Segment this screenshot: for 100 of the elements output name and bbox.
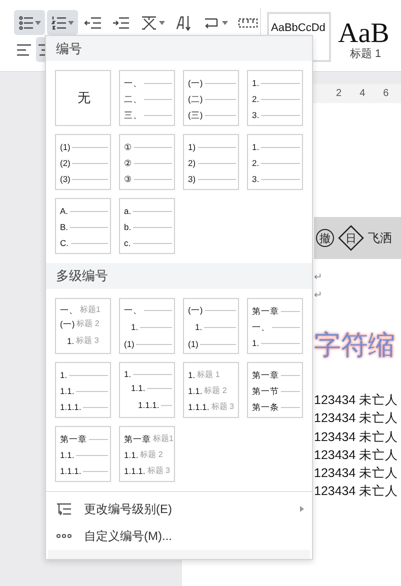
numbering-option[interactable]: 第一章 第一节 第一条 — [247, 362, 303, 418]
heading-caption: 标题 2 — [204, 384, 227, 397]
number-label: 1.1.1. — [188, 400, 210, 413]
heading-caption: 标题1 — [153, 432, 174, 445]
paragraph-mark: ↵ — [314, 289, 324, 303]
style-sample: AaBbCcDd — [271, 21, 326, 36]
section-header: 编号 — [46, 36, 312, 62]
document-line: 123434 未亡人 — [314, 392, 400, 409]
document-line: 123434 未亡人 — [314, 465, 400, 482]
number-label: 第一章 — [252, 304, 279, 317]
menu-item[interactable]: 自定义编号(M)... — [46, 522, 312, 550]
number-label: 一、 — [60, 304, 78, 316]
number-label: 二、 — [124, 93, 142, 106]
number-label: (1) — [188, 338, 198, 350]
number-label: 第一条 — [252, 400, 279, 413]
numbering-option[interactable]: 一、 二、 三、 — [119, 70, 175, 126]
heading-caption: 标题 3 — [147, 464, 170, 477]
number-label: (1) — [124, 338, 134, 350]
numbering-option[interactable]: a. b. c. — [119, 198, 175, 254]
section-header: 多级编号 — [46, 263, 312, 289]
document-line: 123434 未亡人 — [314, 446, 400, 464]
number-label: 1.1.1. — [60, 400, 82, 413]
diamond-enclosed-character: 日 — [338, 225, 364, 251]
number-label: 1.1.1. — [138, 398, 160, 411]
number-label: 1.1. — [131, 382, 146, 394]
document-heading: 字符缩 — [314, 329, 396, 362]
number-label: 1. — [60, 368, 68, 381]
heading-caption: 标题 3 — [211, 400, 234, 413]
number-label: 2. — [252, 157, 260, 170]
document-line: 123434 未亡人 — [314, 483, 400, 500]
ruler-number: 6 — [383, 88, 389, 99]
number-label: 1.1. — [60, 384, 74, 397]
number-label: 三、 — [124, 109, 142, 122]
numbering-option[interactable]: ① ② ③ — [119, 134, 175, 190]
ruler-number: 4 — [360, 88, 366, 99]
numbering-option[interactable]: 第一章 1.1. 1.1.1. — [55, 426, 111, 482]
number-label: (2) — [60, 157, 70, 170]
number-label: ① — [124, 141, 132, 154]
document-text: 飞洒 — [368, 230, 392, 246]
number-label: (三) — [188, 109, 203, 122]
number-label: B. — [60, 221, 68, 234]
numbering-option[interactable]: 第一章 一、 1. — [247, 298, 303, 354]
number-label: (1) — [60, 141, 70, 154]
number-label: 1. — [252, 141, 260, 154]
numbering-option[interactable]: 1) 2) 3) — [183, 134, 239, 190]
number-label: 3. — [252, 173, 260, 186]
number-label: 2) — [188, 157, 196, 170]
number-label: 1.1. — [188, 384, 202, 397]
document-line: 123434 未亡人 — [314, 428, 400, 446]
number-label: ② — [124, 157, 132, 170]
number-label: 1. — [67, 334, 74, 347]
numbering-option[interactable]: 第一章 标题1 1.1. 标题 2 1.1.1. 标题 3 — [119, 426, 175, 482]
numbering-option[interactable]: (一) (二) (三) — [183, 70, 239, 126]
numbering-option[interactable]: 无 — [55, 70, 111, 126]
number-label: (二) — [188, 93, 203, 106]
number-label: 第一章 — [60, 432, 87, 445]
numbering-option[interactable]: 1. 标题 1 1.1. 标题 2 1.1.1. 标题 3 — [183, 362, 239, 418]
number-label: 第一章 — [252, 368, 279, 381]
number-label: 3) — [188, 173, 196, 186]
numbering-option[interactable]: A. B. C. — [55, 198, 111, 254]
numbering-option[interactable]: (1) (2) (3) — [55, 134, 111, 190]
number-label: a. — [124, 205, 132, 218]
numbering-option[interactable]: 1. 1.1. 1.1.1. — [119, 362, 175, 418]
number-label: (一) — [188, 304, 203, 316]
heading-caption: 标题 2 — [140, 448, 163, 461]
number-label: (3) — [60, 173, 70, 186]
heading-caption: 标题1 — [80, 304, 100, 316]
number-label: 1.1. — [60, 448, 74, 461]
enclosed-character: 撤 — [316, 229, 334, 247]
number-label: 一、 — [124, 77, 142, 90]
number-label: 一、 — [124, 304, 142, 316]
numbering-option[interactable]: 1. 1.1. 1.1.1. — [55, 362, 111, 418]
number-label: 1. — [252, 77, 260, 90]
style-name: 标题 1 — [349, 48, 382, 61]
menu-item[interactable]: 更改编号级别(E) — [46, 496, 312, 523]
number-label: 1.1. — [124, 448, 138, 461]
number-label: 1.1.1. — [124, 464, 146, 477]
number-label: 1) — [188, 141, 196, 154]
number-label: 1.1.1. — [60, 464, 82, 477]
number-label: 一、 — [252, 320, 270, 333]
number-label: 第一节 — [252, 384, 279, 397]
number-label: A. — [60, 205, 68, 218]
numbering-option[interactable]: 1. 2. 3. — [247, 134, 303, 190]
number-label: b. — [124, 221, 132, 234]
numbering-option[interactable]: 一、 标题1 (一) 标题 2 1. 标题 3 — [55, 298, 111, 354]
heading-caption: 标题 2 — [76, 318, 100, 330]
number-label: ③ — [124, 173, 132, 186]
numbering-option[interactable]: 一、 1. (1) — [119, 298, 175, 354]
numbering-option[interactable]: (一) 1. (1) — [183, 298, 239, 354]
ruler-number: 2 — [336, 88, 342, 99]
heading-caption: 标题 3 — [76, 334, 99, 347]
number-label: (一) — [60, 318, 75, 330]
numbering-option[interactable]: 1. 2. 3. — [247, 70, 303, 126]
document-line: 123434 未亡人 — [314, 410, 400, 428]
number-label: (一) — [188, 77, 203, 90]
style-sample: AaB — [338, 20, 390, 48]
number-label: C. — [60, 237, 68, 250]
number-label: 1. — [252, 336, 260, 349]
number-label: 2. — [252, 93, 260, 106]
number-label: 1. — [131, 320, 138, 333]
